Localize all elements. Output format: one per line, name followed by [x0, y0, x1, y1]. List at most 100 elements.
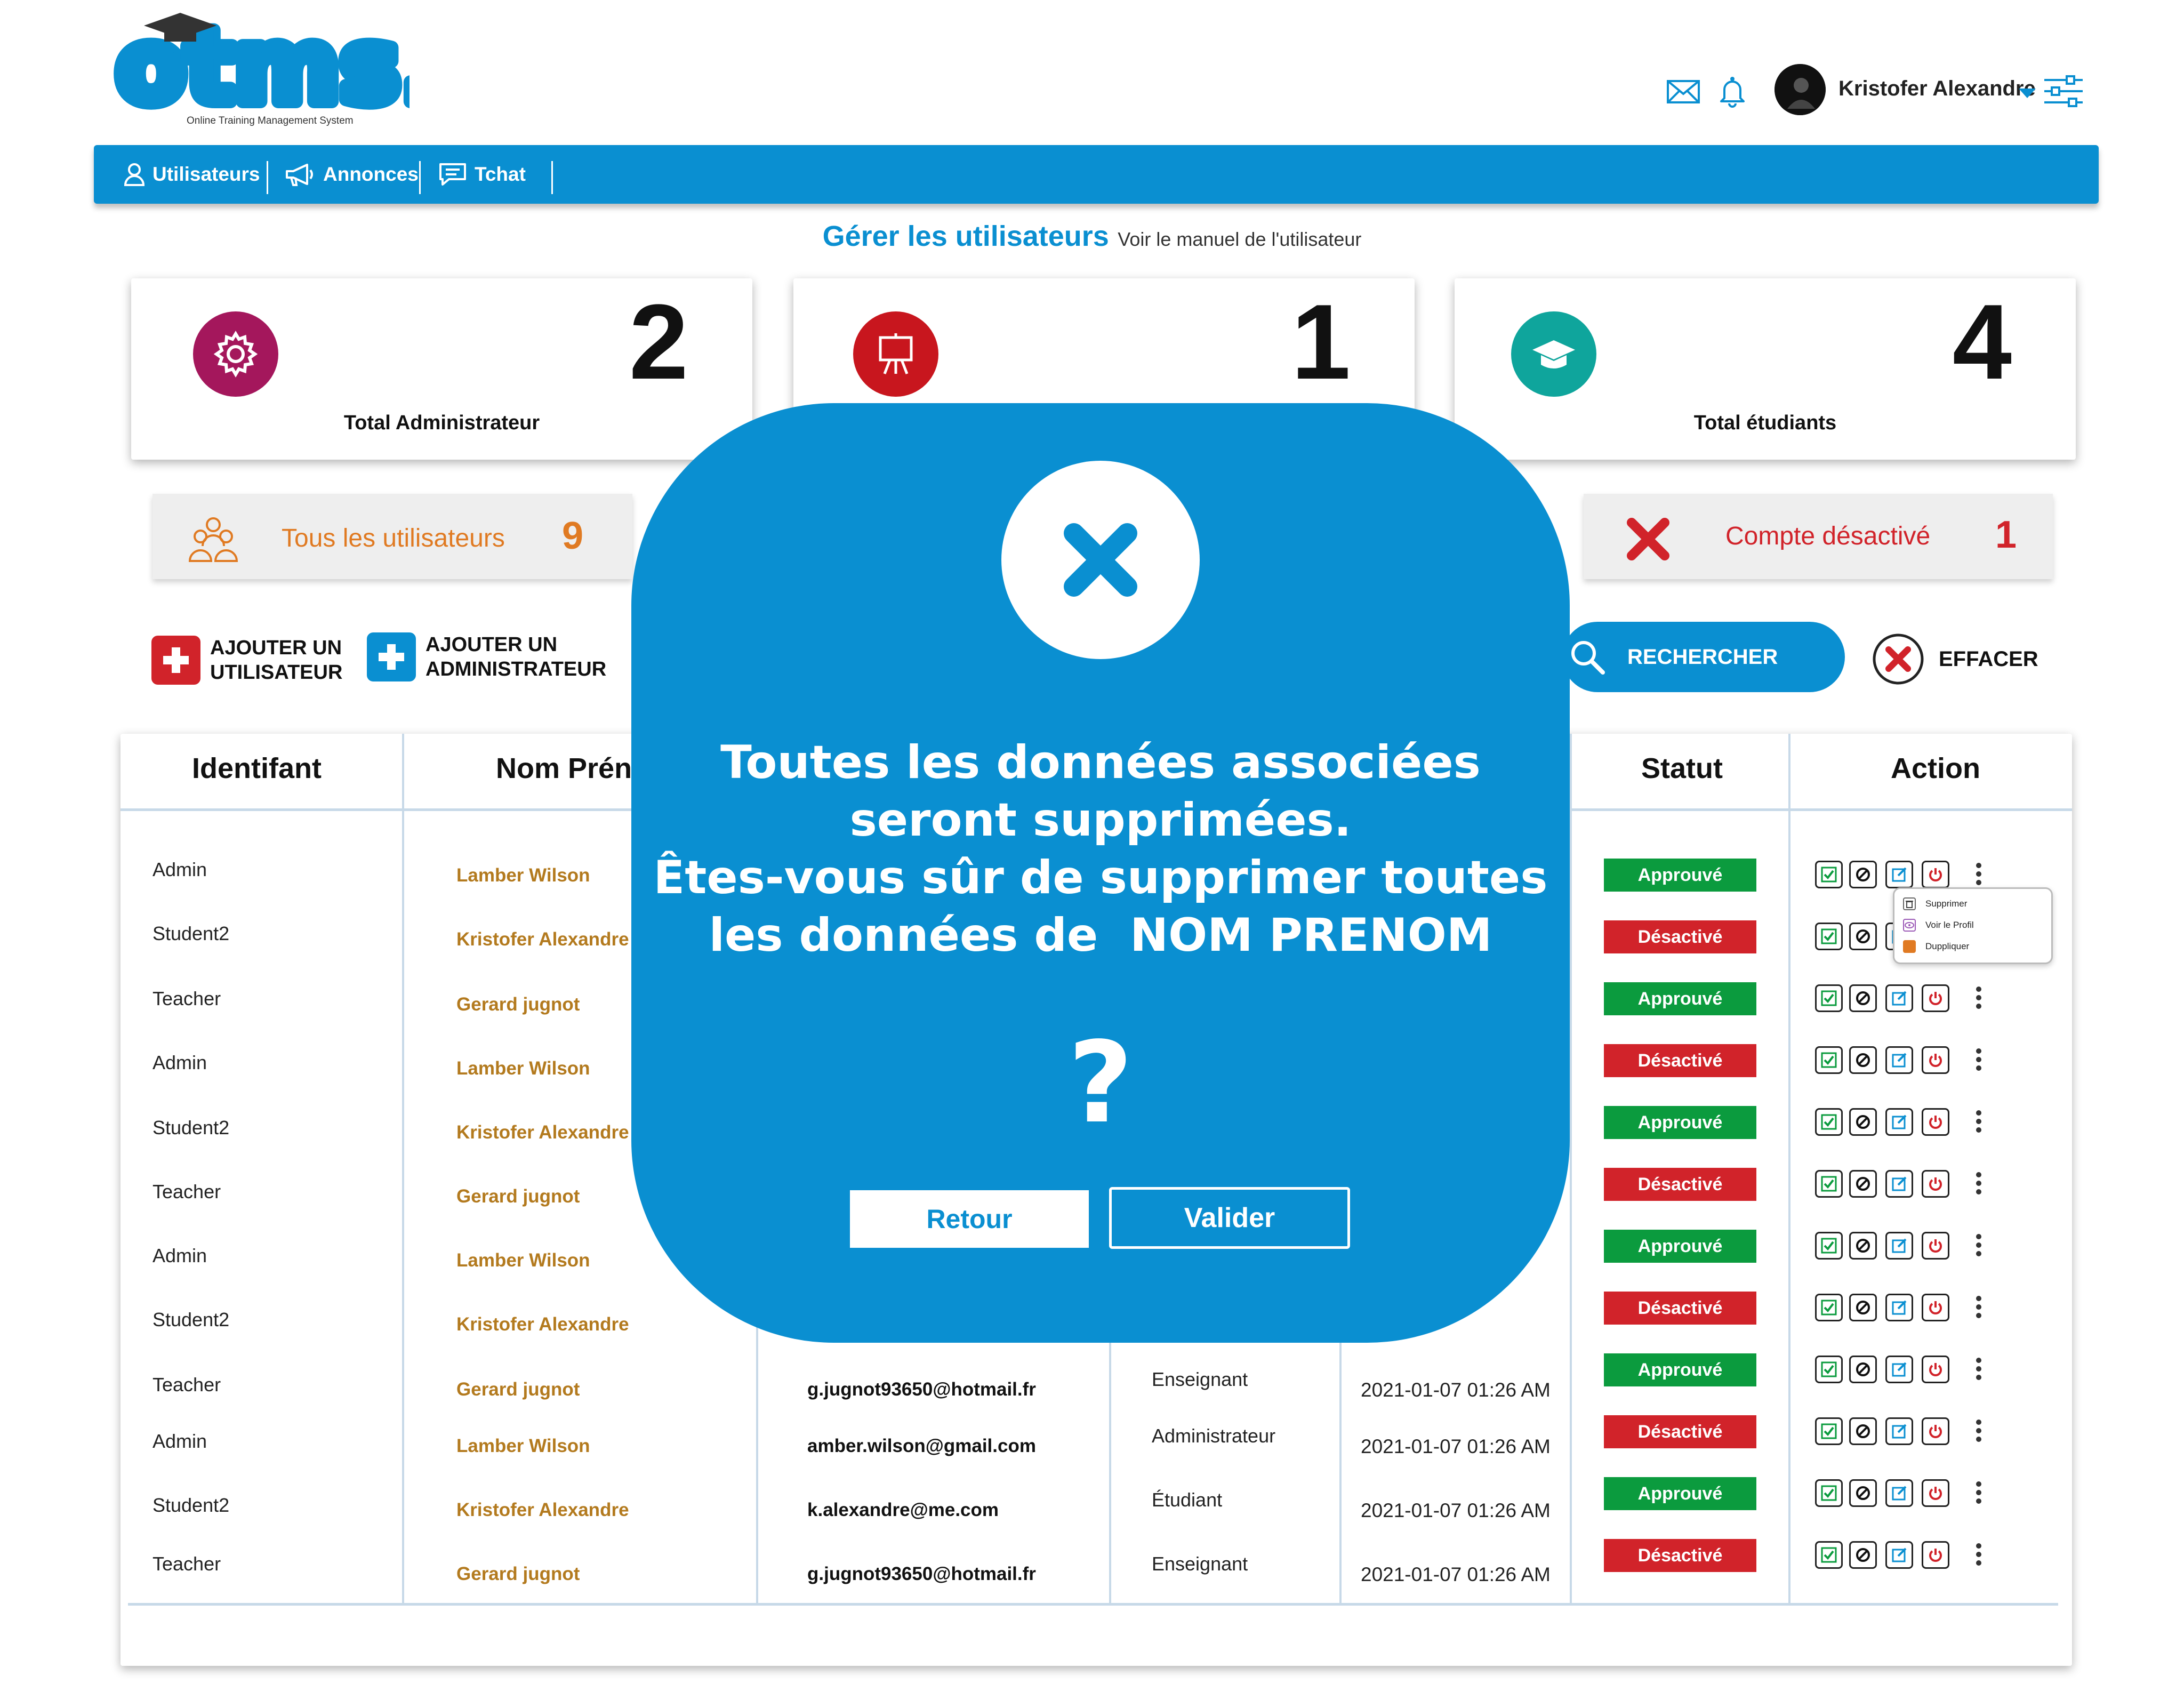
block-icon[interactable] [1849, 1046, 1877, 1074]
user-name[interactable]: Kristofer Alexandre [1838, 77, 2036, 101]
edit-icon[interactable] [1885, 1232, 1913, 1260]
approve-icon[interactable] [1815, 1417, 1843, 1445]
edit-icon[interactable] [1885, 1479, 1913, 1507]
back-button[interactable]: Retour [850, 1190, 1089, 1248]
filter-settings-icon[interactable] [2043, 75, 2083, 110]
filter-all-users[interactable]: Tous les utilisateurs 9 [152, 494, 632, 579]
edit-icon[interactable] [1885, 1356, 1913, 1383]
power-icon[interactable] [1922, 1417, 1949, 1445]
nav-utilisateurs[interactable]: Utilisateurs [124, 145, 260, 204]
approve-icon[interactable] [1815, 1046, 1843, 1074]
more-icon[interactable] [1976, 987, 1981, 1012]
more-icon[interactable] [1976, 1420, 1981, 1445]
power-icon[interactable] [1922, 1170, 1949, 1198]
power-icon[interactable] [1922, 1294, 1949, 1321]
block-icon[interactable] [1849, 1108, 1877, 1136]
more-icon[interactable] [1976, 1296, 1981, 1321]
cell-name[interactable]: Gerard jugnot [456, 1186, 580, 1207]
delete-confirm-modal: Toutes les données associées seront supp… [631, 403, 1570, 1343]
otms-logo[interactable]: otms. otms. Online Training Management S… [109, 1, 446, 133]
mail-icon[interactable] [1666, 74, 1701, 109]
approve-icon[interactable] [1815, 861, 1843, 888]
column-header-name[interactable]: Nom Prén [496, 752, 632, 785]
menu-item-duplicate[interactable]: Duppliquer [1903, 940, 1969, 953]
more-icon[interactable] [1976, 1543, 1981, 1569]
power-icon[interactable] [1922, 861, 1949, 888]
modal-line: les données de NOM PRENOM [709, 909, 1492, 962]
approve-icon[interactable] [1815, 1170, 1843, 1198]
block-icon[interactable] [1849, 923, 1877, 950]
approve-icon[interactable] [1815, 1232, 1843, 1260]
more-icon[interactable] [1976, 1172, 1981, 1198]
power-icon[interactable] [1922, 1108, 1949, 1136]
approve-icon[interactable] [1815, 1541, 1843, 1569]
cell-name[interactable]: Lamber Wilson [456, 1436, 590, 1457]
cell-name[interactable]: Lamber Wilson [456, 865, 590, 886]
block-icon[interactable] [1849, 1479, 1877, 1507]
approve-icon[interactable] [1815, 984, 1843, 1012]
search-button[interactable]: RECHERCHER [1562, 622, 1845, 692]
cell-id: Admin [152, 1052, 207, 1073]
main-nav: Utilisateurs Annonces Tchat [94, 145, 2099, 204]
cell-name[interactable]: Kristofer Alexandre [456, 929, 629, 950]
power-icon[interactable] [1922, 1479, 1949, 1507]
more-icon[interactable] [1976, 1358, 1981, 1383]
more-icon[interactable] [1976, 1481, 1981, 1507]
block-icon[interactable] [1849, 1417, 1877, 1445]
approve-icon[interactable] [1815, 923, 1843, 950]
block-icon[interactable] [1849, 861, 1877, 888]
cell-name[interactable]: Lamber Wilson [456, 1250, 590, 1271]
plus-icon [151, 636, 200, 685]
add-admin-button[interactable]: AJOUTER UN ADMINISTRATEUR [367, 632, 606, 681]
avatar[interactable] [1774, 64, 1826, 115]
edit-icon[interactable] [1885, 984, 1913, 1012]
approve-icon[interactable] [1815, 1294, 1843, 1321]
menu-item-delete[interactable]: Supprimer [1903, 897, 1967, 910]
more-icon[interactable] [1976, 1234, 1981, 1260]
confirm-button[interactable]: Valider [1109, 1187, 1350, 1249]
approve-icon[interactable] [1815, 1356, 1843, 1383]
filter-disabled-accounts[interactable]: Compte désactivé 1 [1584, 494, 2053, 579]
column-header-status[interactable]: Statut [1641, 752, 1723, 785]
edit-icon[interactable] [1885, 1417, 1913, 1445]
edit-icon[interactable] [1885, 1170, 1913, 1198]
filter-count: 1 [1995, 514, 2017, 556]
bell-icon[interactable] [1715, 74, 1750, 109]
edit-icon[interactable] [1885, 1294, 1913, 1321]
approve-icon[interactable] [1815, 1108, 1843, 1136]
nav-annonces[interactable]: Annonces [285, 145, 419, 204]
power-icon[interactable] [1922, 1046, 1949, 1074]
block-icon[interactable] [1849, 1232, 1877, 1260]
edit-icon[interactable] [1885, 1541, 1913, 1569]
power-icon[interactable] [1922, 1232, 1949, 1260]
block-icon[interactable] [1849, 1170, 1877, 1198]
cell-name[interactable]: Kristofer Alexandre [456, 1314, 629, 1335]
power-icon[interactable] [1922, 1356, 1949, 1383]
edit-icon[interactable] [1885, 1046, 1913, 1074]
clear-button[interactable]: EFFACER [1872, 632, 2038, 686]
manual-link[interactable]: Voir le manuel de l'utilisateur [1118, 228, 1361, 250]
block-icon[interactable] [1849, 1294, 1877, 1321]
chevron-down-icon[interactable] [2019, 89, 2036, 98]
cell-name[interactable]: Kristofer Alexandre [456, 1499, 629, 1521]
more-icon[interactable] [1976, 863, 1981, 888]
more-icon[interactable] [1976, 1048, 1981, 1074]
cell-name[interactable]: Lamber Wilson [456, 1058, 590, 1079]
add-user-button[interactable]: AJOUTER UN UTILISATEUR [151, 636, 342, 685]
edit-icon[interactable] [1885, 1108, 1913, 1136]
block-icon[interactable] [1849, 1356, 1877, 1383]
block-icon[interactable] [1849, 984, 1877, 1012]
column-header-id[interactable]: Identifant [192, 752, 322, 785]
cell-name[interactable]: Gerard jugnot [456, 1379, 580, 1400]
block-icon[interactable] [1849, 1541, 1877, 1569]
cell-name[interactable]: Gerard jugnot [456, 994, 580, 1015]
cell-name[interactable]: Gerard jugnot [456, 1563, 580, 1585]
more-icon[interactable] [1976, 1110, 1981, 1136]
nav-tchat[interactable]: Tchat [438, 145, 526, 204]
edit-icon[interactable] [1885, 861, 1913, 888]
approve-icon[interactable] [1815, 1479, 1843, 1507]
power-icon[interactable] [1922, 984, 1949, 1012]
power-icon[interactable] [1922, 1541, 1949, 1569]
cell-name[interactable]: Kristofer Alexandre [456, 1122, 629, 1143]
menu-item-view-profile[interactable]: Voir le Profil [1903, 919, 1974, 932]
